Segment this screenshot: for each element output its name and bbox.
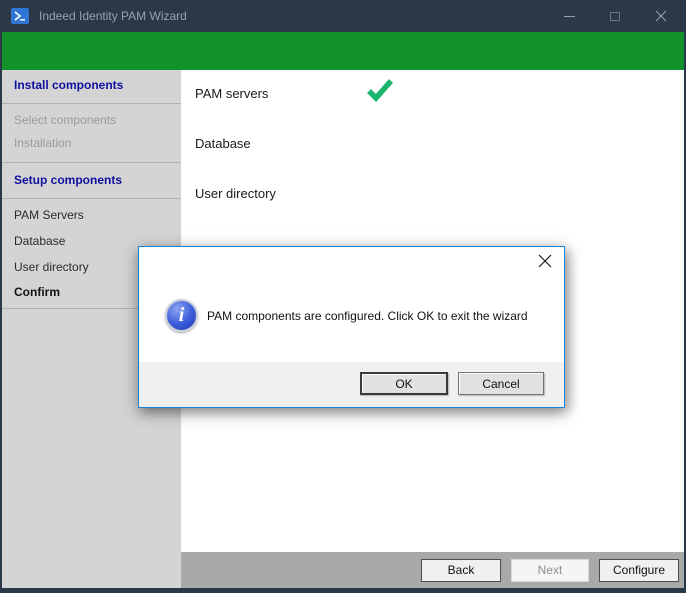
- sidebar-item-installation: Installation: [2, 130, 181, 163]
- header-band: [2, 32, 684, 70]
- close-button[interactable]: [638, 0, 684, 32]
- component-label-database: Database: [195, 136, 251, 151]
- cancel-button[interactable]: Cancel: [458, 372, 544, 395]
- dialog-message: PAM components are configured. Click OK …: [207, 309, 528, 323]
- component-label-pam-servers: PAM servers: [195, 86, 268, 101]
- info-icon: i: [165, 299, 198, 332]
- component-label-user-directory: User directory: [195, 186, 276, 201]
- footer-bar: Back Next Configure: [181, 552, 684, 588]
- maximize-square-icon: [610, 12, 620, 21]
- window-bottom-border: [2, 588, 684, 593]
- minimize-button[interactable]: [546, 0, 592, 32]
- wizard-window: Indeed Identity PAM Wizard Install compo…: [0, 0, 686, 593]
- close-x-icon: [655, 10, 667, 22]
- back-button[interactable]: Back: [421, 559, 501, 582]
- dialog-content: i PAM components are configured. Click O…: [165, 299, 528, 332]
- ok-button[interactable]: OK: [360, 372, 448, 395]
- message-dialog: i PAM components are configured. Click O…: [138, 246, 565, 408]
- configure-button[interactable]: Configure: [599, 559, 679, 582]
- sidebar-item-select-components: Select components: [2, 104, 181, 130]
- dialog-close-button[interactable]: [536, 252, 554, 270]
- sidebar-item-pam-servers[interactable]: PAM Servers: [2, 199, 181, 225]
- powershell-app-icon: [11, 7, 29, 25]
- titlebar: Indeed Identity PAM Wizard: [2, 0, 684, 32]
- next-button[interactable]: Next: [511, 559, 589, 582]
- sidebar-item-install-components: Install components: [2, 70, 181, 104]
- configured-check-icon: [367, 78, 393, 102]
- minimize-dash-icon: [564, 16, 575, 17]
- dialog-close-x-icon: [538, 254, 552, 268]
- maximize-button: [592, 0, 638, 32]
- window-title: Indeed Identity PAM Wizard: [39, 9, 546, 23]
- window-controls: [546, 0, 684, 32]
- sidebar-item-setup-components: Setup components: [2, 163, 181, 199]
